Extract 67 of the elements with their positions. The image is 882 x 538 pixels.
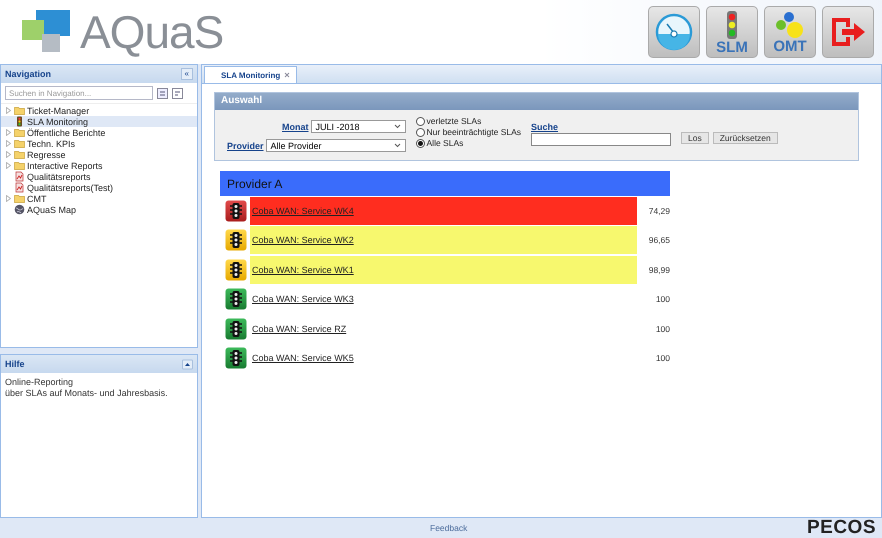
sla-value: 96,65 xyxy=(648,235,670,246)
radio-button[interactable] xyxy=(416,128,425,136)
sla-value: 74,29 xyxy=(648,206,670,216)
collapse-all-icon[interactable] xyxy=(172,88,183,98)
field-label[interactable]: Monat xyxy=(282,122,309,132)
expander-icon[interactable] xyxy=(5,195,12,202)
tree-item[interactable]: CMT xyxy=(1,193,197,204)
service-link[interactable]: Coba WAN: Service RZ xyxy=(252,324,346,334)
service-link[interactable]: Coba WAN: Service WK5 xyxy=(252,353,354,364)
search-field[interactable]: Suchen in Navigation... xyxy=(5,86,153,100)
provider-select[interactable]: Alle Provider xyxy=(266,139,406,152)
panel-title: Navigation xyxy=(5,69,52,79)
logout-button[interactable] xyxy=(822,6,874,58)
tree-item[interactable]: SLA Monitoring xyxy=(1,116,197,127)
feedback-link[interactable]: Feedback xyxy=(430,523,468,533)
traffic-light-icon xyxy=(724,10,740,40)
sla-value: 100 xyxy=(654,324,670,334)
radio-option[interactable]: Alle SLAs xyxy=(416,138,522,148)
expander-icon[interactable] xyxy=(5,107,12,114)
go-button[interactable]: Los xyxy=(681,132,709,144)
panel-title: Hilfe xyxy=(5,359,25,369)
help-text: Online-Reporting über SLAs auf Monats- und Jahresbasis. xyxy=(4,376,169,400)
tab[interactable]: SLA Monitoring xyxy=(204,66,298,83)
service-link[interactable]: Coba WAN: Service WK2 xyxy=(252,235,354,246)
search-field[interactable] xyxy=(531,133,672,146)
month-select[interactable]: JULI -2018 xyxy=(310,120,406,133)
field-label[interactable]: Provider xyxy=(227,140,264,150)
radio-option[interactable]: Nur beeinträchtigte SLAs xyxy=(416,127,522,137)
collapse-icon[interactable] xyxy=(182,358,193,370)
logo-text: AQuaS xyxy=(80,5,224,59)
close-icon[interactable] xyxy=(284,72,290,78)
report-icon xyxy=(14,182,25,193)
radio-button[interactable] xyxy=(416,138,425,148)
service-link[interactable]: Coba WAN: Service WK1 xyxy=(252,264,354,275)
sla-value: 98,99 xyxy=(648,264,670,275)
tree-item[interactable]: AQuaS Map xyxy=(1,204,197,215)
globe-icon xyxy=(14,204,25,215)
sla-value: 100 xyxy=(654,353,670,364)
field-label[interactable]: Suche xyxy=(531,122,672,132)
tree-item[interactable]: Regresse xyxy=(1,149,197,160)
tree-item[interactable]: Interactive Reports xyxy=(1,160,197,171)
tree-item[interactable]: Techn. KPIs xyxy=(1,138,197,149)
expand-all-icon[interactable] xyxy=(157,88,168,98)
collapse-button[interactable]: « xyxy=(180,68,193,80)
traffic-light-icon xyxy=(14,116,25,127)
tree-item[interactable]: Öffentliche Berichte xyxy=(1,127,197,138)
radio-option[interactable]: verletzte SLAs xyxy=(416,116,522,126)
folder-icon xyxy=(14,138,25,149)
provider-header: Provider A xyxy=(220,171,670,196)
panel-title: Auswahl xyxy=(215,93,858,110)
sla-value: 100 xyxy=(654,294,670,304)
tree-item[interactable]: Qualitätsreports(Test) xyxy=(1,182,197,193)
folder-icon xyxy=(14,193,25,204)
service-link[interactable]: Coba WAN: Service WK4 xyxy=(252,206,354,216)
chevron-icon xyxy=(394,124,401,129)
gauge-icon xyxy=(654,12,694,52)
folder-icon xyxy=(14,160,25,171)
folder-icon xyxy=(14,149,25,160)
brand-logo: PECOS xyxy=(806,517,876,538)
reset-button[interactable]: Zurücksetzen xyxy=(712,132,778,144)
chevron-icon xyxy=(394,143,401,148)
radio-button[interactable] xyxy=(416,116,425,126)
service-link[interactable]: Coba WAN: Service WK3 xyxy=(252,294,354,304)
tree-item[interactable]: Ticket-Manager xyxy=(1,105,197,116)
toolbar-button[interactable] xyxy=(648,6,700,58)
report-icon xyxy=(14,171,25,182)
tree-item[interactable]: Qualitätsreports xyxy=(1,171,197,182)
